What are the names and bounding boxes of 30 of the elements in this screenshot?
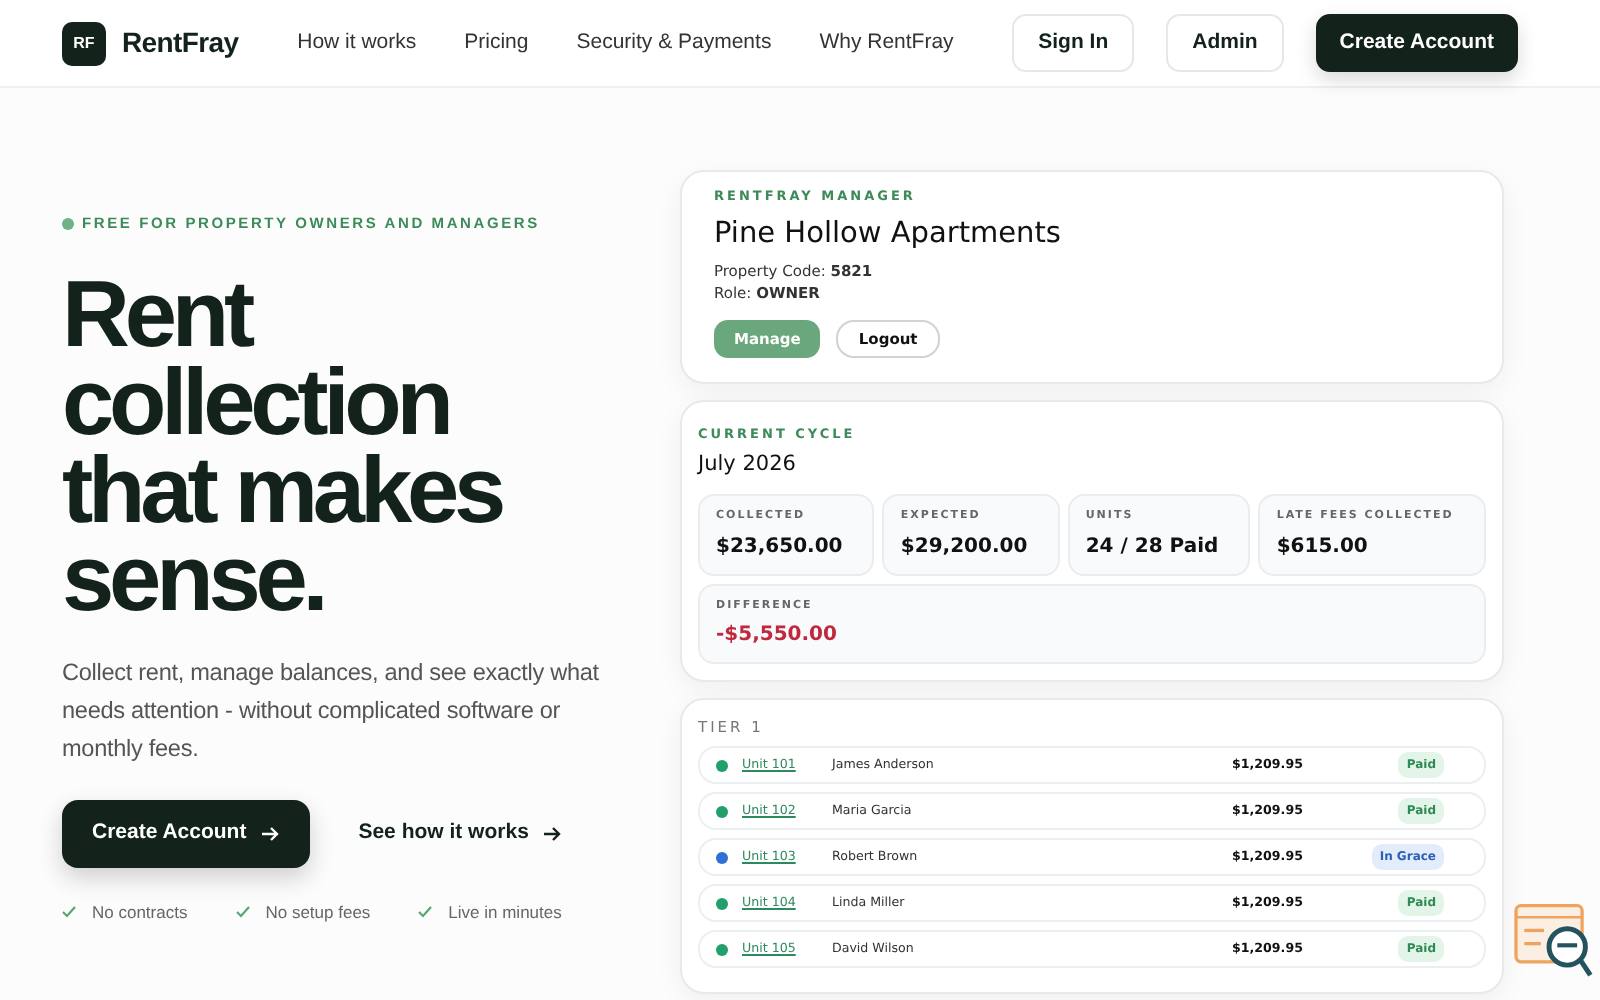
stat-value: $23,650.00 — [716, 533, 845, 561]
stat-value: $615.00 — [1276, 533, 1370, 561]
perk-text: No setup fees — [265, 900, 371, 926]
nav-link[interactable]: Security & Payments — [576, 27, 772, 59]
arrow-right-icon — [262, 826, 281, 843]
property-name: Pine Hollow Apartments — [714, 215, 1063, 254]
brand-name[interactable]: RentFray — [122, 22, 239, 64]
check-icon — [418, 906, 433, 919]
nav-link[interactable]: Why RentFray — [819, 27, 954, 59]
see-how-link[interactable]: See how it works — [358, 818, 563, 850]
stat-value: -$5,550.00 — [716, 621, 839, 650]
perk-text: Live in minutes — [448, 900, 562, 926]
status-dot-icon — [62, 217, 74, 230]
header-button[interactable]: Sign In — [1012, 13, 1135, 73]
nav-link[interactable]: How it works — [297, 27, 417, 59]
create-account-button[interactable]: Create Account — [1315, 13, 1518, 73]
stat-value: 24 / 28 Paid — [1085, 533, 1221, 561]
perk-text: No contracts — [92, 900, 188, 926]
hero-description: Collect rent, manage balances, and see exactly what needs attention - without complicated software or monthly fees. — [62, 656, 601, 767]
chat-search-icon[interactable] — [1514, 904, 1594, 980]
nav-link[interactable]: Pricing — [464, 27, 529, 59]
create-account-button[interactable]: Create Account — [62, 800, 311, 868]
check-icon — [235, 906, 250, 919]
cycle-period: July 2026 — [698, 449, 798, 479]
hero-headline: Rent collection that makes sense. — [62, 270, 505, 623]
header-button[interactable]: Admin — [1166, 13, 1284, 73]
logo-icon[interactable]: RF — [62, 21, 106, 65]
stat-value: $29,200.00 — [900, 533, 1030, 561]
check-icon — [62, 906, 76, 919]
arrow-right-icon — [544, 826, 563, 843]
